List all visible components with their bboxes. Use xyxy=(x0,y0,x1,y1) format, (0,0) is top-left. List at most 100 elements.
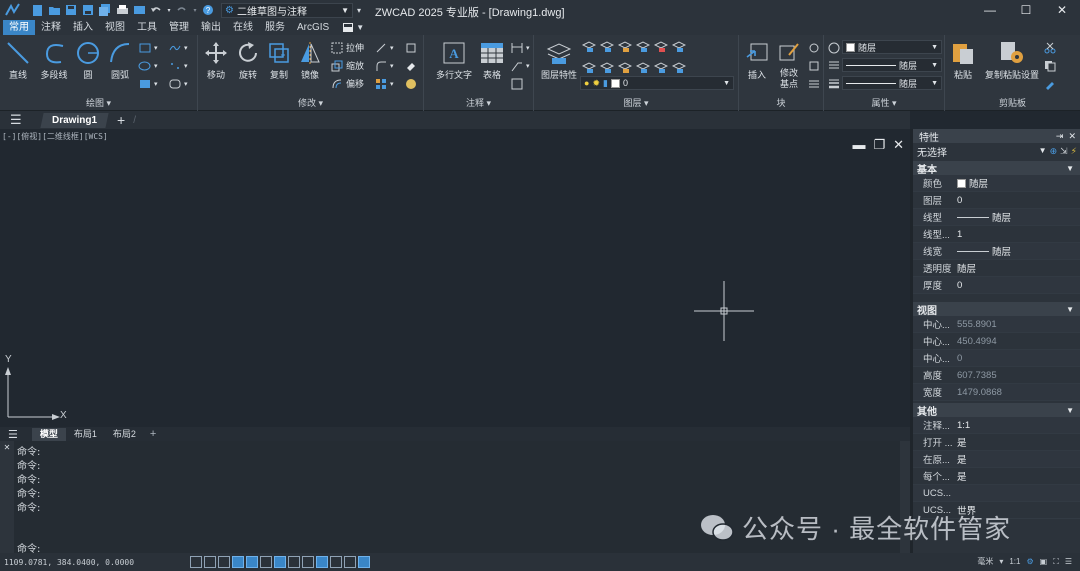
property-row[interactable]: 线宽 随层 xyxy=(913,243,1080,260)
erase-tool[interactable] xyxy=(404,59,417,72)
copy-clip-tool[interactable] xyxy=(1043,59,1056,72)
tab-tools[interactable]: 工具 xyxy=(131,20,163,35)
chevron-down-icon[interactable]: ▼ xyxy=(1039,146,1047,157)
plot-preview-icon[interactable] xyxy=(132,3,146,17)
draw-panel-title[interactable]: 绘图 ▾ xyxy=(0,96,197,109)
menu-icon[interactable]: ☰ xyxy=(10,112,28,128)
break-tool[interactable] xyxy=(404,77,417,90)
layer-tool-icon[interactable] xyxy=(653,41,672,56)
tab-insert[interactable]: 插入 xyxy=(67,20,99,35)
print-icon[interactable] xyxy=(115,3,129,17)
workspace-gear-icon[interactable]: ⚙ xyxy=(1026,557,1033,566)
quick-select-icon[interactable]: ⊕ xyxy=(1050,146,1058,157)
leader-tool[interactable]: ▾ xyxy=(510,59,530,72)
mirror-tool[interactable]: 镜像 xyxy=(292,39,328,81)
tab-services[interactable]: 服务 xyxy=(259,20,291,35)
rectangle-tool[interactable]: ▾ xyxy=(138,41,158,54)
layer-tool-icon[interactable] xyxy=(581,62,600,77)
viewport-minimize-button[interactable]: ▬ xyxy=(852,137,865,153)
property-row[interactable]: 线型 随层 xyxy=(913,209,1080,226)
tab-layout1[interactable]: 布局1 xyxy=(66,428,105,441)
tab-manage[interactable]: 管理 xyxy=(163,20,195,35)
customize-icon[interactable]: ☰ xyxy=(1065,557,1072,566)
property-row[interactable]: 中心... 0 xyxy=(913,350,1080,367)
property-row[interactable]: 高度 607.7385 xyxy=(913,367,1080,384)
undo-dropdown-icon[interactable]: ▾ xyxy=(166,3,172,17)
tab-view[interactable]: 视图 xyxy=(99,20,131,35)
layer-tool-icon[interactable] xyxy=(599,41,618,56)
tab-annotate[interactable]: 注释 xyxy=(35,20,67,35)
polar-toggle-icon[interactable] xyxy=(232,556,244,568)
fillet-tool[interactable]: ▾ xyxy=(374,59,394,72)
osnap-toggle-icon[interactable] xyxy=(246,556,258,568)
otrack-toggle-icon[interactable] xyxy=(274,556,286,568)
layer-tool-icon[interactable] xyxy=(617,41,636,56)
redo-icon[interactable] xyxy=(175,3,189,17)
units-indicator[interactable]: 毫米 xyxy=(977,556,993,567)
redo-dropdown-icon[interactable]: ▾ xyxy=(192,3,198,17)
paste-tool[interactable]: 粘贴 xyxy=(945,39,981,81)
close-icon[interactable]: ✕ xyxy=(1068,131,1076,142)
annotation-scale[interactable]: 1:1 xyxy=(1009,557,1020,566)
dyn-toggle-icon[interactable] xyxy=(302,556,314,568)
pickadd-icon[interactable]: ⚡ xyxy=(1071,146,1077,157)
minimize-button[interactable]: — xyxy=(972,0,1008,20)
modify-panel-title[interactable]: 修改 ▾ xyxy=(198,96,423,109)
save-icon[interactable] xyxy=(64,3,78,17)
open-folder-icon[interactable] xyxy=(47,3,61,17)
spline-tool[interactable]: ▾ xyxy=(168,41,188,54)
insert-block-tool[interactable]: 插入 xyxy=(739,39,775,81)
viewport-controls-label[interactable]: [-][俯视][二维线框][WCS] xyxy=(2,131,108,142)
markup-tool[interactable] xyxy=(510,77,523,90)
save-all-icon[interactable] xyxy=(98,3,112,17)
selection-cycling-toggle-icon[interactable] xyxy=(344,556,356,568)
block-create-tool[interactable] xyxy=(807,59,820,72)
help-icon[interactable]: ? xyxy=(201,3,215,17)
layer-tool-icon[interactable] xyxy=(653,62,672,77)
workspace-dropdown[interactable]: ⚙ 二维草图与注释 ▼ xyxy=(221,2,353,18)
layers-panel-title[interactable]: 图层 ▾ xyxy=(534,96,738,109)
point-tool[interactable]: ▾ xyxy=(168,59,188,72)
properties-panel-title[interactable]: 属性 ▾ xyxy=(824,96,944,109)
customize-qa-icon[interactable]: ▾ xyxy=(357,6,361,15)
close-button[interactable]: ✕ xyxy=(1044,0,1080,20)
annotation-panel-title[interactable]: 注释 ▾ xyxy=(424,96,533,109)
tab-layout2[interactable]: 布局2 xyxy=(105,428,144,441)
circle-tool[interactable]: 圆 xyxy=(70,39,106,81)
layer-properties-tool[interactable]: 图层特性 xyxy=(538,39,580,81)
hatch-tool[interactable]: ▾ xyxy=(138,77,158,90)
stretch-tool[interactable]: 拉伸 xyxy=(330,41,364,54)
block-edit-tool[interactable] xyxy=(807,41,820,54)
drawing-canvas[interactable]: [-][俯视][二维线框][WCS] ▬ ❐ ✕ Y X xyxy=(0,129,910,427)
ellipse-tool[interactable]: ▾ xyxy=(138,59,158,72)
section-view[interactable]: 视图 ▼ xyxy=(913,302,1080,317)
property-row[interactable]: 中心... 555.8901 xyxy=(913,316,1080,333)
property-row[interactable]: 注释... 1:1 xyxy=(913,417,1080,434)
trim-tool[interactable]: ▾ xyxy=(374,41,394,54)
property-row[interactable]: UCS... xyxy=(913,485,1080,502)
tab-arcgis[interactable]: ArcGIS xyxy=(291,20,335,35)
table-tool[interactable]: 表格 xyxy=(474,39,510,81)
ducs-toggle-icon[interactable] xyxy=(288,556,300,568)
mtext-tool[interactable]: A 多行文字 xyxy=(432,39,476,81)
scale-tool[interactable]: 缩放 xyxy=(330,59,364,72)
viewport-restore-button[interactable]: ❐ xyxy=(873,137,885,153)
section-basic[interactable]: 基本 ▼ xyxy=(913,161,1080,176)
fullscreen-icon[interactable]: ⛶ xyxy=(1053,557,1059,567)
property-row[interactable]: 在原... 是 xyxy=(913,451,1080,468)
lock-ui-icon[interactable]: ▣ xyxy=(1040,557,1048,566)
viewport-close-button[interactable]: ✕ xyxy=(893,137,904,153)
cut-tool[interactable] xyxy=(1043,41,1056,54)
property-row[interactable]: 每个... 是 xyxy=(913,468,1080,485)
add-layout-button[interactable]: + xyxy=(150,428,156,440)
save-as-icon[interactable] xyxy=(81,3,95,17)
layer-dropdown[interactable]: ● ✹ ▮ 0 ▼ xyxy=(580,76,734,90)
paste-settings-tool[interactable]: 复制粘贴设置 xyxy=(983,39,1041,81)
polyline-tool[interactable]: 多段线 xyxy=(36,39,72,81)
new-file-icon[interactable] xyxy=(30,3,44,17)
layer-tool-icon[interactable] xyxy=(671,41,690,56)
coordinate-readout[interactable]: 1109.0781, 384.0400, 0.0000 xyxy=(4,558,134,567)
property-row[interactable]: 颜色 随层 xyxy=(913,175,1080,192)
ribbon-minimize-button[interactable]: ▼ xyxy=(343,22,364,33)
matchprop-tool[interactable] xyxy=(1043,77,1056,90)
